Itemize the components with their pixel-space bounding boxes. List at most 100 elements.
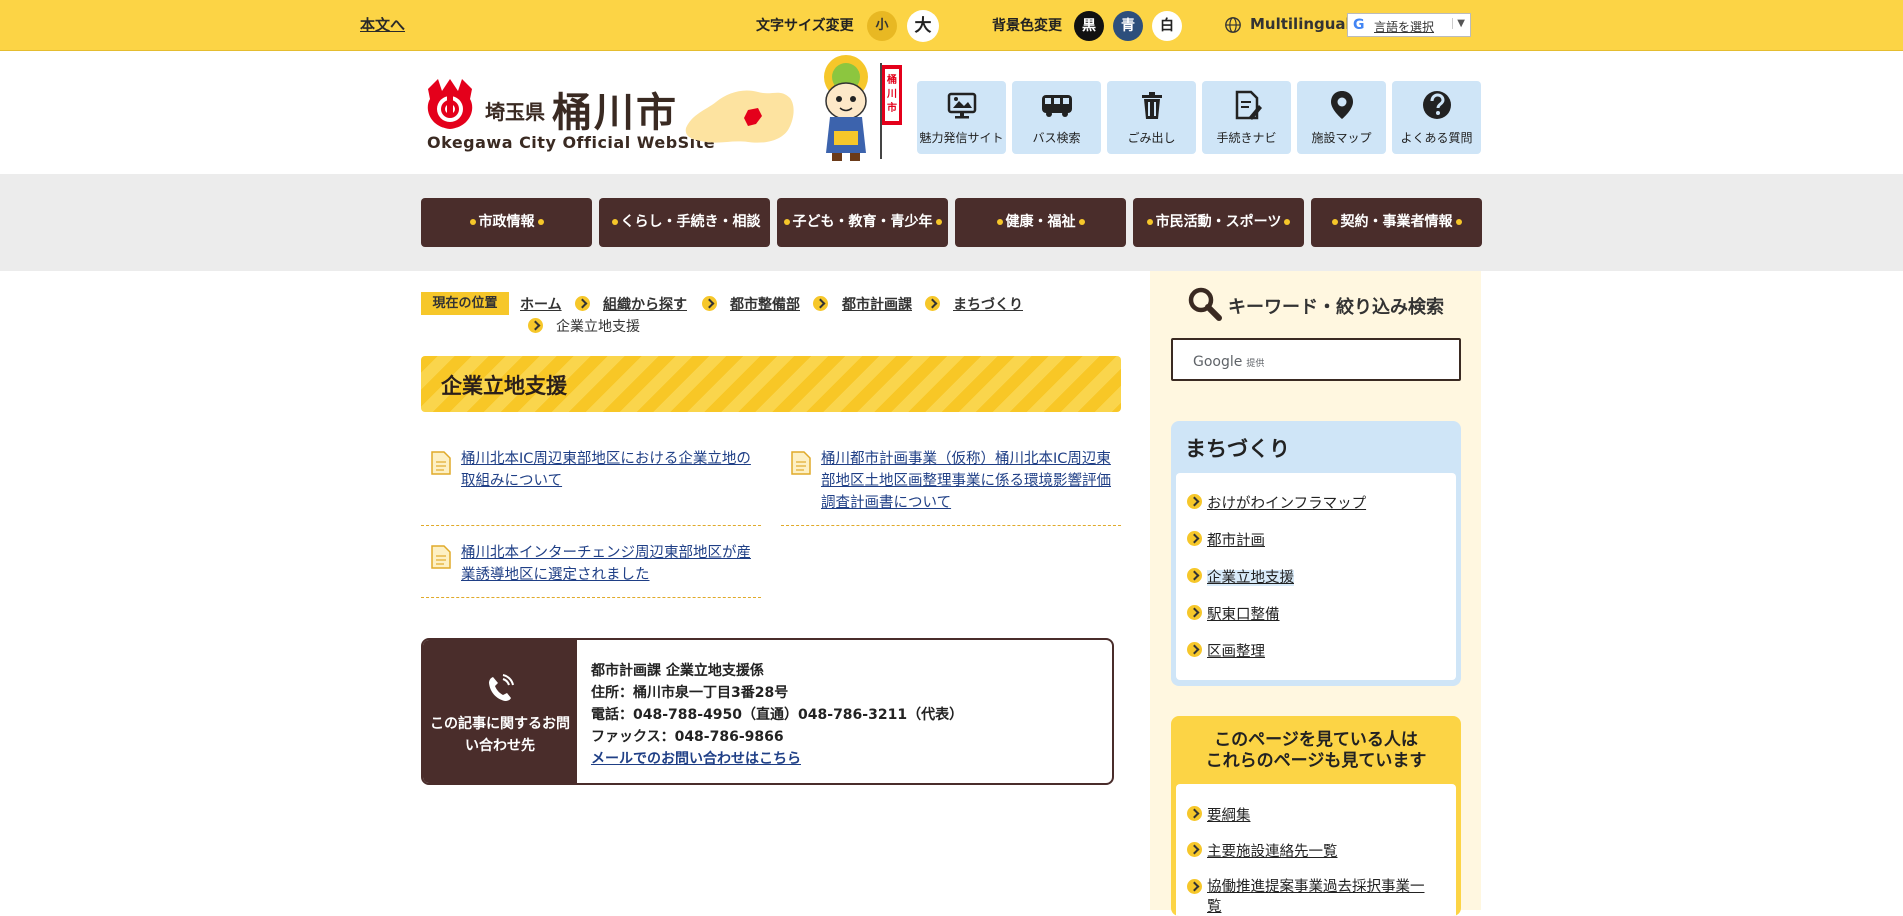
popular-pages-title: このページを見ている人は これらのページも見ています bbox=[1171, 730, 1461, 772]
popular-item[interactable]: 要綱集 bbox=[1187, 804, 1251, 825]
quick-nav-label: 施設マップ bbox=[1311, 131, 1372, 145]
document-icon bbox=[791, 451, 811, 475]
sidebar-item-label[interactable]: 都市計画 bbox=[1207, 533, 1265, 549]
chevron-right-icon bbox=[1187, 879, 1202, 894]
background-color-label: 背景色変更 bbox=[992, 18, 1062, 34]
chevron-right-icon bbox=[1187, 568, 1202, 583]
multilingual-label: Multilingual bbox=[1250, 15, 1351, 33]
divider bbox=[421, 597, 761, 598]
quick-nav-label: ごみ出し bbox=[1127, 131, 1176, 145]
contact-box: この記事に関するお問い合わせ先 都市計画課 企業立地支援係 住所：桶川市泉一丁目… bbox=[421, 638, 1114, 785]
document-link-item: 桶川都市計画事業（仮称）桶川北本IC周辺東部地区土地区画整理事業に係る環境影響評… bbox=[781, 448, 1121, 514]
language-select[interactable]: G 言語を選択 ▼ bbox=[1347, 13, 1471, 37]
font-size-large-button[interactable]: 大 bbox=[907, 10, 939, 42]
font-size-label: 文字サイズ変更 bbox=[756, 18, 854, 34]
search-icon bbox=[1188, 287, 1222, 321]
bus-icon bbox=[1042, 95, 1072, 117]
language-select-label: 言語を選択 bbox=[1374, 20, 1435, 34]
document-icon bbox=[431, 545, 451, 569]
quick-nav-bus-search[interactable]: バス検索 bbox=[1012, 81, 1101, 154]
breadcrumb-planning-div[interactable]: 都市計画課 bbox=[842, 294, 912, 314]
gnav-health[interactable]: 健康・福祉 bbox=[955, 198, 1126, 247]
font-size-small-button[interactable]: 小 bbox=[867, 11, 897, 41]
site-logo[interactable]: 埼玉県 桶川市 Okegawa City Official WebSite bbox=[420, 70, 810, 160]
utility-bar: 本文へ 文字サイズ変更 小 大 背景色変更 黒 青 白 Multilingual… bbox=[0, 0, 1903, 51]
sidebar-item-east-exit[interactable]: 駅東口整備 bbox=[1187, 603, 1280, 624]
search-input[interactable]: Google 提供 bbox=[1171, 338, 1461, 381]
sidebar-item-label[interactable]: 区画整理 bbox=[1207, 644, 1265, 660]
breadcrumb-home[interactable]: ホーム bbox=[520, 294, 562, 314]
gnav-living[interactable]: くらし・手続き・相談 bbox=[599, 198, 770, 247]
chevron-right-icon bbox=[1187, 531, 1202, 546]
divider bbox=[781, 525, 1121, 526]
page-title-banner: 企業立地支援 bbox=[421, 356, 1121, 412]
google-g-icon: G bbox=[1353, 17, 1365, 33]
quick-nav-label: 魅力発信サイト bbox=[919, 131, 1004, 145]
sidebar-item-label[interactable]: 企業立地支援 bbox=[1207, 570, 1294, 586]
popular-item-label[interactable]: 要綱集 bbox=[1207, 808, 1251, 824]
search-field[interactable] bbox=[1173, 340, 1459, 379]
question-icon bbox=[1423, 91, 1451, 119]
breadcrumb-machizukuri[interactable]: まちづくり bbox=[953, 294, 1023, 314]
svg-text:市: 市 bbox=[887, 101, 897, 114]
breadcrumb-label: 現在の位置 bbox=[421, 292, 509, 315]
gnav-civic[interactable]: 市民活動・スポーツ bbox=[1133, 198, 1304, 247]
popular-title-line: このページを見ている人は bbox=[1214, 730, 1418, 750]
gnav-label: 健康・福祉 bbox=[1005, 214, 1076, 230]
popular-item-label[interactable]: 主要施設連絡先一覧 bbox=[1207, 844, 1338, 860]
contact-dept: 都市計画課 企業立地支援係 bbox=[591, 663, 764, 679]
gnav-children[interactable]: 子ども・教育・青少年 bbox=[777, 198, 948, 247]
contact-mail-link[interactable]: メールでのお問い合わせはこちら bbox=[591, 751, 801, 767]
document-link[interactable]: 桶川北本インターチェンジ周辺東部地区が産業誘導地区に選定されました bbox=[461, 545, 751, 583]
document-link[interactable]: 桶川北本IC周辺東部地区における企業立地の取組みについて bbox=[461, 451, 751, 489]
bg-white-button[interactable]: 白 bbox=[1152, 11, 1182, 41]
quick-nav-facility-map[interactable]: 施設マップ bbox=[1297, 81, 1386, 154]
chevron-right-icon bbox=[1187, 494, 1202, 509]
chevron-right-icon bbox=[702, 296, 717, 311]
sidebar-section-title: まちづくり bbox=[1185, 437, 1290, 461]
contact-phone: 電話：048-788-4950（直通）048-786-3211（代表） bbox=[591, 707, 964, 723]
dropdown-arrow-icon: ▼ bbox=[1452, 18, 1465, 29]
chevron-right-icon bbox=[1187, 842, 1202, 857]
breadcrumb-urban-dept[interactable]: 都市整備部 bbox=[730, 294, 800, 314]
breadcrumb-organization[interactable]: 組織から探す bbox=[603, 294, 687, 314]
sidebar-item-label[interactable]: おけがわインフラマップ bbox=[1207, 496, 1366, 512]
chevron-right-icon bbox=[1187, 806, 1202, 821]
sidebar-item-infra-map[interactable]: おけがわインフラマップ bbox=[1187, 492, 1366, 513]
sidebar-item-land-readjustment[interactable]: 区画整理 bbox=[1187, 640, 1265, 661]
popular-title-line: これらのページも見ています bbox=[1205, 751, 1427, 771]
popular-pages-box: このページを見ている人は これらのページも見ています 要綱集 主要施設連絡先一覧… bbox=[1171, 716, 1461, 916]
document-link[interactable]: 桶川都市計画事業（仮称）桶川北本IC周辺東部地区土地区画整理事業に係る環境影響評… bbox=[821, 451, 1111, 511]
gnav-label: くらし・手続き・相談 bbox=[620, 214, 761, 230]
logo-city-name: 桶川市 bbox=[552, 90, 678, 136]
chevron-right-icon bbox=[528, 318, 543, 333]
gnav-business[interactable]: 契約・事業者情報 bbox=[1311, 198, 1482, 247]
popular-item[interactable]: 主要施設連絡先一覧 bbox=[1187, 840, 1338, 861]
sidebar-item-business-location[interactable]: 企業立地支援 bbox=[1187, 566, 1294, 587]
quick-nav-garbage[interactable]: ごみ出し bbox=[1107, 81, 1196, 154]
quick-nav-label: よくある質問 bbox=[1400, 131, 1473, 145]
trash-icon bbox=[1142, 92, 1162, 119]
map-pin-icon bbox=[1331, 91, 1353, 119]
quick-nav-attraction-site[interactable]: 魅力発信サイト bbox=[917, 81, 1006, 154]
contact-address: 住所：桶川市泉一丁目3番28号 bbox=[591, 685, 789, 701]
city-emblem-icon bbox=[427, 79, 473, 129]
mascot-character: 桶 川 市 bbox=[824, 55, 902, 161]
page-title: 企業立地支援 bbox=[441, 374, 567, 398]
quick-nav-faq[interactable]: よくある質問 bbox=[1392, 81, 1481, 154]
contact-heading: この記事に関するお問い合わせ先 bbox=[430, 716, 570, 754]
monitor-icon bbox=[947, 92, 977, 119]
sidebar-item-label[interactable]: 駅東口整備 bbox=[1207, 607, 1280, 623]
quick-nav-label: バス検索 bbox=[1032, 131, 1081, 145]
chevron-right-icon bbox=[1187, 642, 1202, 657]
gnav-label: 市民活動・スポーツ bbox=[1155, 214, 1282, 230]
quick-nav-procedure[interactable]: 手続きナビ bbox=[1202, 81, 1291, 154]
global-nav: 市政情報 くらし・手続き・相談 子ども・教育・青少年 健康・福祉 市民活動・スポ… bbox=[0, 174, 1903, 271]
svg-text:川: 川 bbox=[886, 88, 897, 100]
bg-black-button[interactable]: 黒 bbox=[1074, 11, 1104, 41]
skip-to-content-link[interactable]: 本文へ bbox=[360, 14, 405, 35]
bg-blue-button[interactable]: 青 bbox=[1113, 11, 1143, 41]
gnav-city-info[interactable]: 市政情報 bbox=[421, 198, 592, 247]
popular-item[interactable]: 協働推進提案事業過去採択事業一覧 bbox=[1187, 877, 1437, 916]
sidebar-item-urban-planning[interactable]: 都市計画 bbox=[1187, 529, 1265, 550]
